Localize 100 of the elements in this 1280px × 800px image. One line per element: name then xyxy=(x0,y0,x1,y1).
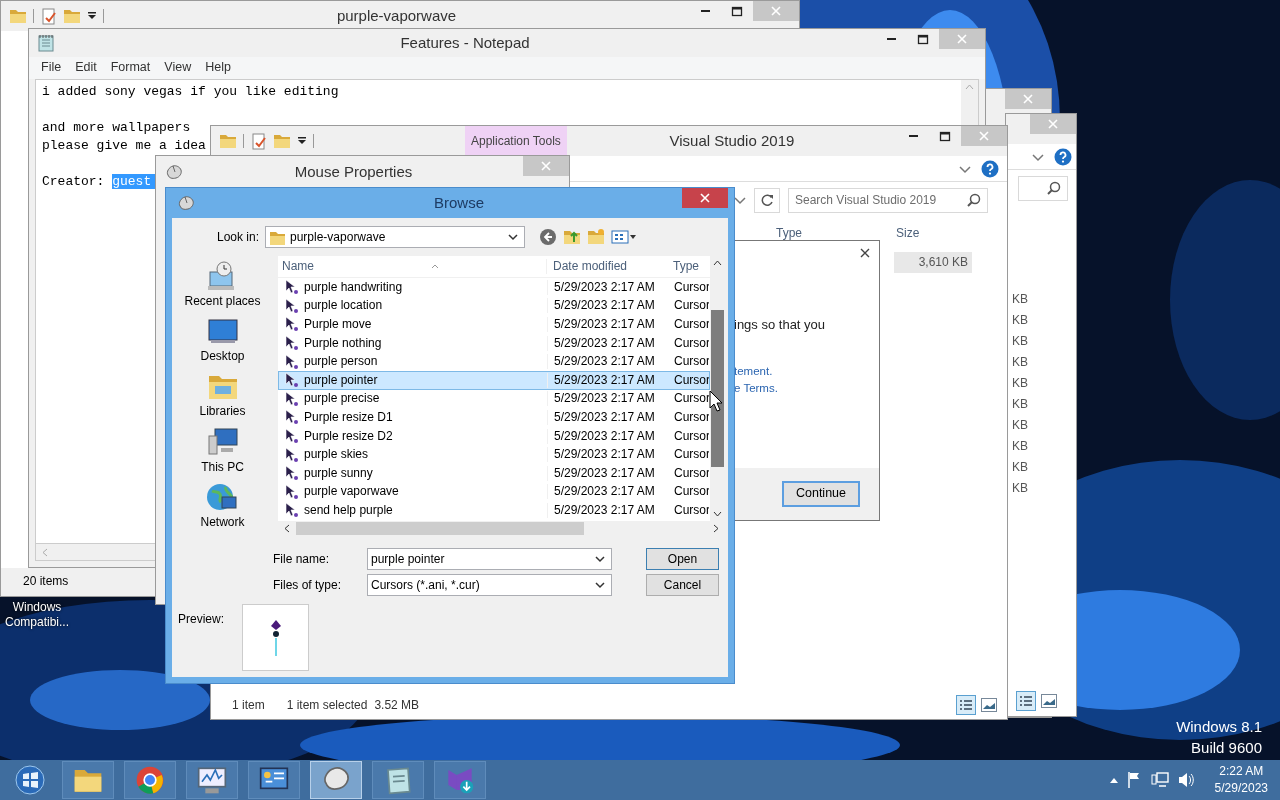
cursor-icon xyxy=(283,483,299,500)
menu-item[interactable]: View xyxy=(164,60,192,76)
file-name: Purple resize D2 xyxy=(304,428,393,444)
file-row[interactable]: send help purple 5/29/2023 2:17 AM Cursor xyxy=(278,501,710,520)
taskbar-button[interactable] xyxy=(248,761,300,799)
file-row[interactable]: Purple resize D1 5/29/2023 2:17 AM Cursor xyxy=(278,408,710,427)
look-in-dropdown[interactable]: purple-vaporwave xyxy=(265,226,525,248)
scroll-down-icon[interactable] xyxy=(713,511,722,517)
places-item[interactable]: Recent places xyxy=(184,260,261,316)
close-icon xyxy=(699,192,711,204)
file-name: purple sunny xyxy=(304,465,373,481)
dialog-button[interactable]: Open xyxy=(646,548,719,570)
scroll-left-icon[interactable] xyxy=(284,524,290,533)
desktop-shortcut-label[interactable]: Windows Compatibi... xyxy=(0,600,74,630)
file-type: Cursor xyxy=(673,428,709,444)
cursor-icon xyxy=(283,297,299,314)
view-menu-icon[interactable] xyxy=(611,229,637,245)
search-icon xyxy=(1047,181,1061,195)
column-header[interactable]: Date modified xyxy=(546,259,667,274)
file-type-dropdown[interactable]: Cursors (*.ani, *.cur) xyxy=(367,574,612,596)
column-header[interactable]: Type xyxy=(774,225,894,241)
places-item[interactable]: Network xyxy=(200,480,245,536)
scroll-right-icon[interactable] xyxy=(713,524,719,533)
refresh-button[interactable] xyxy=(754,187,780,213)
network-icon[interactable] xyxy=(1150,771,1169,789)
close-button[interactable] xyxy=(682,188,728,208)
close-icon[interactable] xyxy=(859,247,871,259)
search-field[interactable] xyxy=(1018,175,1068,201)
file-row[interactable]: Purple resize D2 5/29/2023 2:17 AM Cursor xyxy=(278,426,710,446)
details-view-icon[interactable] xyxy=(1015,691,1036,711)
file-name: purple pointer xyxy=(304,372,378,388)
menu-item[interactable]: Format xyxy=(110,60,151,76)
search-field[interactable]: Search Visual Studio 2019 xyxy=(788,187,988,213)
customize-menu-icon[interactable] xyxy=(87,11,97,21)
file-date: 5/29/2023 2:17 AM xyxy=(547,391,668,407)
file-row[interactable]: purple skies 5/29/2023 2:17 AM Cursor xyxy=(278,445,710,464)
up-folder-icon[interactable] xyxy=(563,228,581,246)
file-row[interactable]: purple location 5/29/2023 2:17 AM Cursor xyxy=(278,296,710,316)
field-label: Look in: xyxy=(215,229,260,245)
file-row[interactable]: purple vaporwave 5/29/2023 2:17 AM Cursor xyxy=(278,482,710,502)
text-line: Creator: xyxy=(42,174,105,189)
file-type: Cursor xyxy=(673,372,709,388)
places-item[interactable]: Libraries xyxy=(199,370,246,426)
size-text: KB xyxy=(1011,460,1029,476)
chevron-icon[interactable] xyxy=(959,163,971,174)
large-icons-view-icon[interactable] xyxy=(1040,694,1057,708)
dropdown-caret-icon[interactable] xyxy=(734,195,746,205)
show-hidden-icons-icon[interactable] xyxy=(1108,776,1119,784)
details-view-icon[interactable] xyxy=(956,695,976,715)
file-row[interactable]: Purple move 5/29/2023 2:17 AM Cursor xyxy=(278,315,710,334)
status-text: 3.52 MB xyxy=(374,697,420,713)
volume-icon[interactable] xyxy=(1176,771,1195,789)
large-icons-view-icon[interactable] xyxy=(981,698,997,712)
taskbar-button[interactable] xyxy=(124,761,176,799)
file-row[interactable]: purple pointer 5/29/2023 2:17 AM Cursor xyxy=(278,370,710,390)
column-header[interactable]: Name xyxy=(278,259,546,274)
places-item[interactable]: This PC xyxy=(201,425,244,481)
column-header[interactable]: Size xyxy=(894,225,972,241)
file-row[interactable]: purple precise 5/29/2023 2:17 AM Cursor xyxy=(278,389,710,409)
field-label: File name: xyxy=(273,551,331,567)
scrollbar-thumb[interactable] xyxy=(711,310,724,467)
context-tab[interactable]: Application Tools xyxy=(465,126,567,156)
status-text: 1 item xyxy=(232,697,265,713)
file-name-field[interactable]: purple pointer xyxy=(367,548,612,570)
back-icon[interactable] xyxy=(539,228,557,246)
help-icon[interactable] xyxy=(981,159,999,178)
scroll-up-icon[interactable] xyxy=(713,260,722,266)
cursor-icon xyxy=(283,372,299,389)
link[interactable]: tement. xyxy=(734,365,773,378)
file-type: Cursor xyxy=(673,354,709,370)
file-row[interactable]: Purple nothing 5/29/2023 2:17 AM Cursor xyxy=(278,333,710,353)
file-row[interactable]: purple sunny 5/29/2023 2:17 AM Cursor xyxy=(278,463,710,483)
size-text: KB xyxy=(1011,355,1029,371)
scrollbar-thumb[interactable] xyxy=(296,522,584,535)
folder-icon xyxy=(273,132,291,150)
chevron-icon[interactable] xyxy=(1032,151,1044,162)
taskbar-button[interactable] xyxy=(372,761,424,799)
menu-item[interactable]: Edit xyxy=(75,60,97,76)
file-row[interactable]: purple person 5/29/2023 2:17 AM Cursor xyxy=(278,352,710,371)
taskbar-button[interactable] xyxy=(186,761,238,799)
computer-icon xyxy=(206,425,239,458)
clock-button[interactable]: 2:22 AM 5/29/2023 xyxy=(1214,763,1268,797)
dialog-button[interactable]: Cancel xyxy=(646,574,719,596)
continue-button[interactable]: Continue xyxy=(781,481,860,507)
column-header[interactable]: Type xyxy=(667,259,708,274)
size-text: KB xyxy=(1011,292,1029,308)
link[interactable]: e Terms. xyxy=(734,381,778,394)
customize-menu-icon[interactable] xyxy=(297,136,307,146)
menu-item[interactable]: Help xyxy=(205,60,231,76)
file-date: 5/29/2023 2:17 AM xyxy=(547,465,668,481)
menu-item[interactable]: File xyxy=(41,60,62,76)
field-label: Preview: xyxy=(178,612,224,628)
close-icon xyxy=(770,5,782,17)
places-item[interactable]: Desktop xyxy=(200,315,245,371)
taskbar-button[interactable] xyxy=(310,761,362,799)
cursor-icon xyxy=(283,502,299,519)
file-type: Cursor xyxy=(673,317,709,332)
help-icon[interactable] xyxy=(1054,147,1072,166)
file-row[interactable]: purple handwriting 5/29/2023 2:17 AM Cursor xyxy=(278,278,710,297)
size-text: KB xyxy=(1011,334,1029,350)
